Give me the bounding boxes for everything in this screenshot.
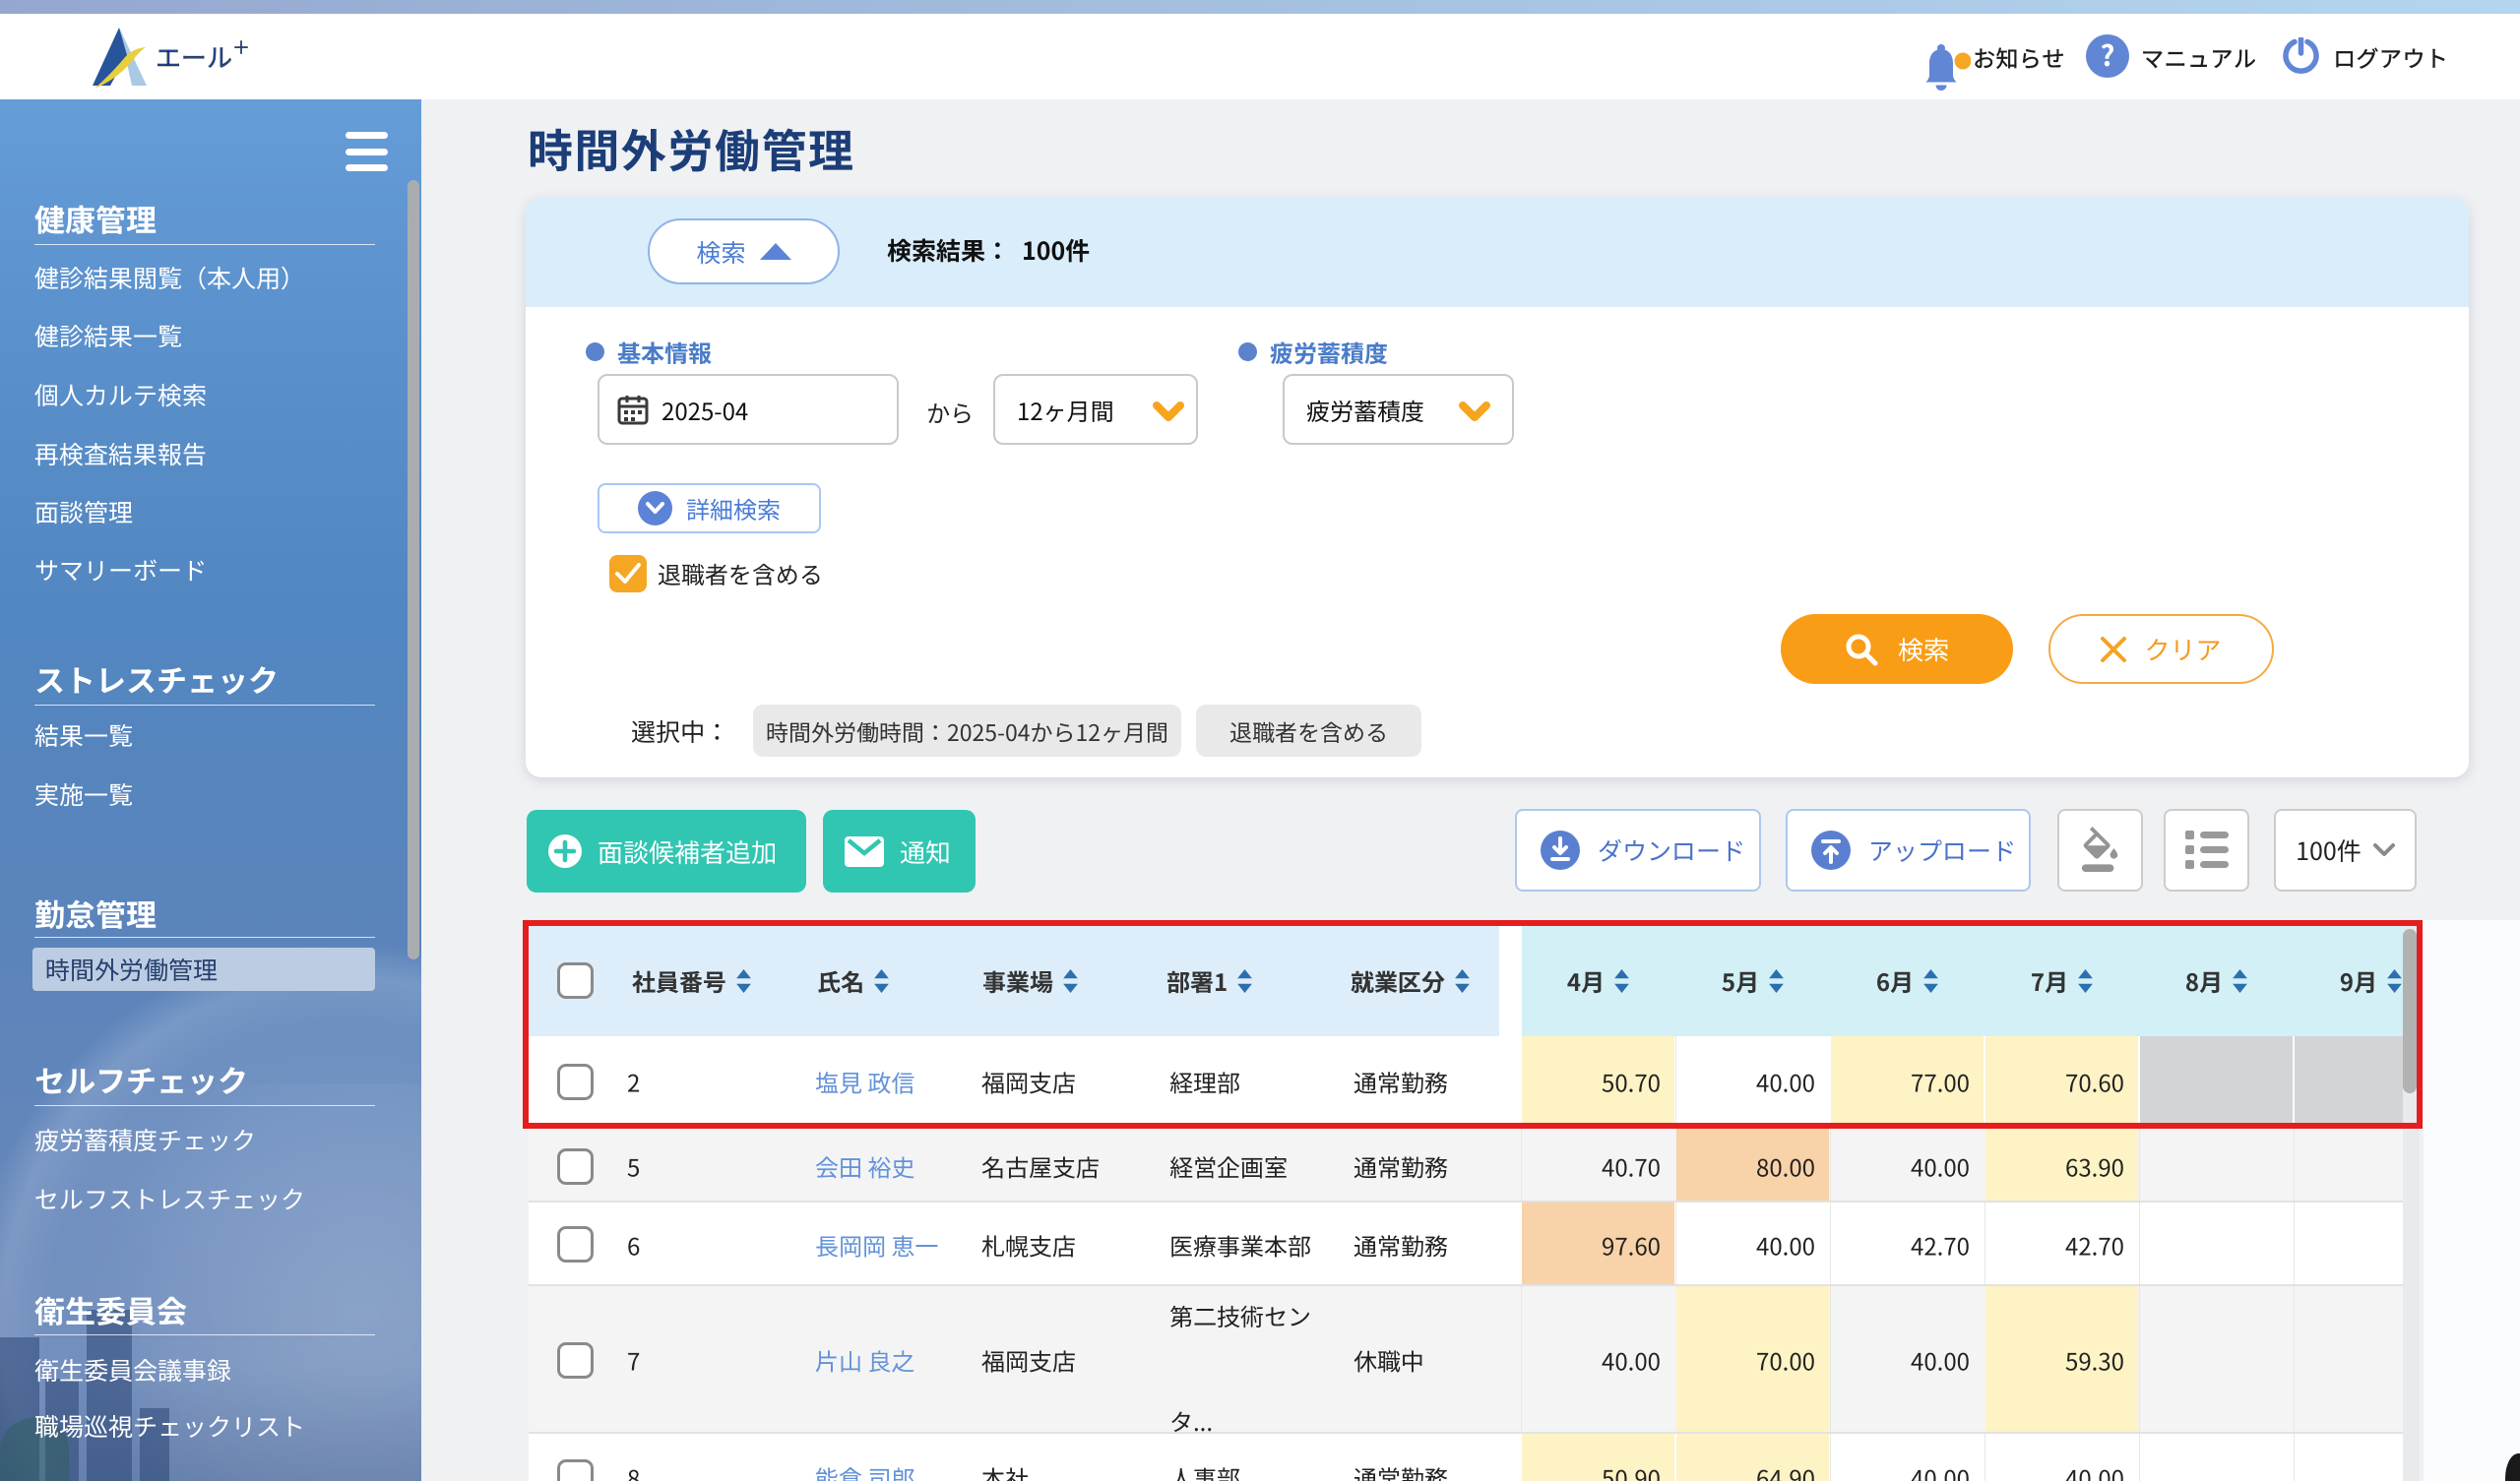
svg-text:?: ?: [2101, 34, 2115, 75]
